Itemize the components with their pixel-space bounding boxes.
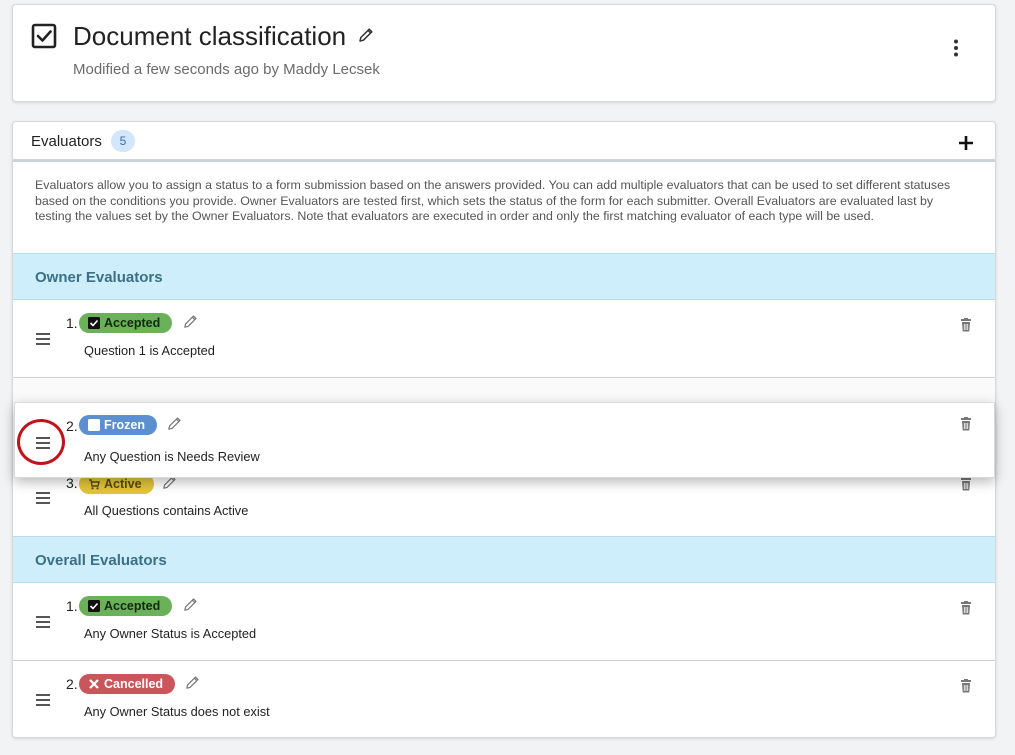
drag-handle-icon[interactable] xyxy=(35,332,51,346)
edit-title-pencil-icon[interactable] xyxy=(357,26,375,44)
owner-evaluator-row[interactable]: 1. Accepted Question 1 is Accepted xyxy=(13,300,995,378)
status-badge-accepted[interactable]: Accepted xyxy=(79,596,173,616)
checkbox-empty-icon xyxy=(88,419,100,431)
overall-evaluators-title: Overall Evaluators xyxy=(35,552,167,569)
more-options-icon[interactable] xyxy=(945,37,967,59)
drag-handle-icon[interactable] xyxy=(35,491,51,505)
evaluator-condition: All Questions contains Active xyxy=(84,503,249,518)
checkbox-icon xyxy=(31,23,57,49)
overall-evaluator-row[interactable]: 1. Accepted Any Owner Status is Accepted xyxy=(13,583,995,661)
status-label: Accepted xyxy=(104,316,161,330)
trash-icon[interactable] xyxy=(959,477,973,491)
evaluator-condition: Question 1 is Accepted xyxy=(84,343,215,358)
overall-evaluators-section-header: Overall Evaluators xyxy=(13,536,995,583)
status-label: Accepted xyxy=(104,599,161,613)
add-evaluator-plus-icon[interactable] xyxy=(957,134,975,152)
drag-handle-icon[interactable] xyxy=(35,693,51,707)
checkbox-checked-icon xyxy=(88,600,100,612)
trash-icon[interactable] xyxy=(959,601,973,615)
checkbox-checked-icon xyxy=(88,317,100,329)
status-badge-frozen[interactable]: Frozen xyxy=(79,415,157,435)
drop-placeholder xyxy=(13,379,995,401)
edit-pencil-icon[interactable] xyxy=(184,674,201,691)
owner-evaluators-title: Owner Evaluators xyxy=(35,269,163,286)
x-icon xyxy=(89,679,99,689)
trash-icon[interactable] xyxy=(959,679,973,693)
modified-info: Modified a few seconds ago by Maddy Lecs… xyxy=(73,61,380,78)
evaluator-condition: Any Owner Status is Accepted xyxy=(84,626,257,641)
overall-evaluator-row[interactable]: 2. Cancelled Any Owner Status does not e… xyxy=(13,661,995,737)
edit-pencil-icon[interactable] xyxy=(166,415,183,432)
form-header-card: Document classification Modified a few s… xyxy=(12,4,996,102)
dragged-evaluator-row[interactable]: 2. Frozen Any Question is Needs Review xyxy=(14,402,995,478)
drag-handle-icon[interactable] xyxy=(35,436,51,450)
status-label: Active xyxy=(104,477,142,491)
evaluator-number: 1. xyxy=(66,315,78,331)
edit-pencil-icon[interactable] xyxy=(182,596,199,613)
trash-icon[interactable] xyxy=(959,318,973,332)
evaluator-condition: Any Owner Status does not exist xyxy=(84,704,270,719)
edit-pencil-icon[interactable] xyxy=(182,313,199,330)
evaluators-title: Evaluators xyxy=(31,133,102,150)
trash-icon[interactable] xyxy=(959,417,973,431)
status-badge-cancelled[interactable]: Cancelled xyxy=(79,674,176,694)
page-title: Document classification xyxy=(73,21,347,51)
status-label: Cancelled xyxy=(104,677,164,691)
drag-handle-icon[interactable] xyxy=(35,615,51,629)
status-badge-accepted[interactable]: Accepted xyxy=(79,313,173,333)
evaluators-count-badge: 5 xyxy=(111,130,135,152)
evaluator-condition: Any Question is Needs Review xyxy=(84,449,260,464)
evaluator-number: 1. xyxy=(66,598,78,614)
evaluator-number: 2. xyxy=(66,418,78,434)
owner-evaluators-section-header: Owner Evaluators xyxy=(13,253,995,300)
evaluators-description: Evaluators allow you to assign a status … xyxy=(35,178,951,223)
evaluators-header: Evaluators 5 xyxy=(13,122,995,162)
status-label: Frozen xyxy=(104,418,145,432)
cart-icon xyxy=(89,479,100,490)
evaluator-number: 2. xyxy=(66,676,78,692)
